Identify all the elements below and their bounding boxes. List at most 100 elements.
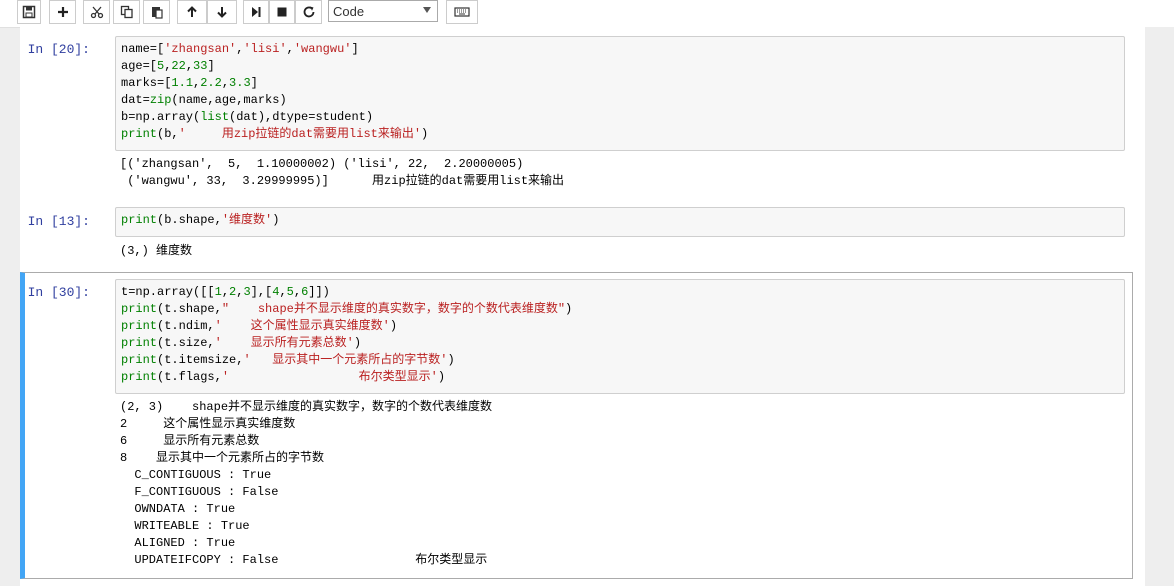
code-token: ' 显示其中一个元素所占的字节数' bbox=[243, 353, 448, 367]
code-line: print(t.ndim,' 这个属性显示真实维度数') bbox=[121, 318, 1119, 335]
code-line: print(t.shape," shape并不显示维度的真实数字，数字的个数代表… bbox=[121, 301, 1119, 318]
cell-output: (2, 3) shape并不显示维度的真实数字，数字的个数代表维度数 2 这个属性… bbox=[120, 399, 492, 569]
code-token: zip bbox=[149, 93, 172, 107]
code-token: print bbox=[121, 353, 158, 367]
save-icon bbox=[22, 5, 36, 19]
code-token: (name,age,marks) bbox=[171, 93, 287, 107]
code-token: b=np.array( bbox=[121, 110, 201, 124]
code-token: (t.size, bbox=[157, 336, 215, 350]
restart-button[interactable] bbox=[295, 0, 322, 24]
code-token: print bbox=[121, 127, 158, 141]
code-token: ) bbox=[272, 213, 280, 227]
code-token: ) bbox=[353, 336, 362, 350]
output-line: [('zhangsan', 5, 1.10000002) ('lisi', 22… bbox=[120, 157, 524, 171]
code-token: ) bbox=[565, 302, 573, 316]
input-prompt: In [20]: bbox=[27, 42, 90, 57]
code-input[interactable]: print(b.shape,'维度数') bbox=[115, 207, 1125, 237]
code-token: name=[ bbox=[121, 42, 165, 56]
code-line: marks=[1.1,2.2,3.3] bbox=[121, 75, 1119, 92]
insert-cell-button[interactable] bbox=[49, 0, 76, 24]
code-token: 5 bbox=[286, 285, 294, 299]
cell-type-select[interactable]: Code bbox=[328, 0, 438, 22]
code-line: print(b,' 用zip拉链的dat需要用list来输出') bbox=[121, 126, 1119, 143]
code-token: ) bbox=[421, 127, 429, 141]
refresh-icon bbox=[303, 6, 314, 18]
code-token: ] bbox=[250, 76, 258, 90]
output-line: ('wangwu', 33, 3.29999995)] 用zip拉链的dat需要… bbox=[120, 174, 565, 188]
input-prompt: In [30]: bbox=[27, 285, 90, 300]
chevron-down-icon bbox=[423, 7, 431, 13]
move-down-button[interactable] bbox=[207, 0, 237, 24]
code-token: age=[ bbox=[121, 59, 158, 73]
code-cell-selected[interactable]: In [30]: t=np.array([[1,2,3],[4,5,6]]) pr… bbox=[20, 272, 1133, 579]
code-token: print bbox=[121, 213, 158, 227]
code-token: 3 bbox=[243, 285, 251, 299]
code-token: (dat),dtype=student) bbox=[229, 110, 374, 124]
code-token: 1 bbox=[214, 285, 222, 299]
notebook-container: In [20]: name=['zhangsan','lisi','wangwu… bbox=[20, 27, 1145, 586]
move-up-button[interactable] bbox=[177, 0, 207, 24]
code-token: (t.flags, bbox=[157, 370, 222, 384]
code-token: 33 bbox=[193, 59, 208, 73]
output-line: 8 显示其中一个元素所占的字节数 bbox=[120, 451, 325, 465]
code-token: 'zhangsan' bbox=[164, 42, 237, 56]
code-token: , bbox=[279, 285, 287, 299]
code-token: 22 bbox=[171, 59, 186, 73]
arrow-down-icon bbox=[217, 7, 227, 18]
code-token: dat= bbox=[121, 93, 150, 107]
code-line: dat=zip(name,age,marks) bbox=[121, 92, 1119, 109]
paste-button[interactable] bbox=[143, 0, 170, 24]
code-token: 3.3 bbox=[229, 76, 251, 90]
code-cell[interactable]: In [20]: name=['zhangsan','lisi','wangwu… bbox=[20, 33, 1133, 193]
cell-output: [('zhangsan', 5, 1.10000002) ('lisi', 22… bbox=[120, 156, 564, 190]
code-line: age=[5,22,33] bbox=[121, 58, 1119, 75]
output-line: WRITEABLE : True bbox=[120, 519, 250, 533]
command-palette-button[interactable] bbox=[446, 0, 478, 24]
code-token: marks=[ bbox=[121, 76, 172, 90]
copy-icon bbox=[120, 5, 133, 19]
page-gutter bbox=[1145, 27, 1174, 586]
stop-icon bbox=[277, 7, 287, 17]
code-token: (t.shape, bbox=[157, 302, 222, 316]
code-line: name=['zhangsan','lisi','wangwu'] bbox=[121, 41, 1119, 58]
code-token: (t.ndim, bbox=[157, 319, 215, 333]
keyboard-icon bbox=[454, 7, 470, 17]
code-token: '维度数' bbox=[221, 213, 273, 227]
output-line: (3,) 维度数 bbox=[120, 244, 193, 258]
code-token: (b.shape, bbox=[157, 213, 222, 227]
input-prompt: In [13]: bbox=[27, 214, 90, 229]
interrupt-button[interactable] bbox=[269, 0, 295, 24]
scissors-icon bbox=[90, 6, 103, 19]
code-token: ' 用zip拉链的dat需要用list来输出' bbox=[178, 127, 422, 141]
code-token: print bbox=[121, 302, 158, 316]
code-token: 'lisi' bbox=[243, 42, 287, 56]
save-button[interactable] bbox=[17, 0, 41, 24]
output-line: 2 这个属性显示真实维度数 bbox=[120, 417, 296, 431]
code-input[interactable]: t=np.array([[1,2,3],[4,5,6]]) print(t.sha… bbox=[115, 279, 1125, 394]
code-token: print bbox=[121, 336, 158, 350]
copy-button[interactable] bbox=[113, 0, 140, 24]
code-line: print(b.shape,'维度数') bbox=[121, 212, 1119, 229]
code-token: t=np.array([[ bbox=[121, 285, 215, 299]
code-token: print bbox=[121, 370, 158, 384]
code-line: b=np.array(list(dat),dtype=student) bbox=[121, 109, 1119, 126]
code-token: ] bbox=[351, 42, 359, 56]
code-input[interactable]: name=['zhangsan','lisi','wangwu'] age=[5,… bbox=[115, 36, 1125, 151]
cut-button[interactable] bbox=[83, 0, 110, 24]
output-line: UPDATEIFCOPY : False 布尔类型显示 bbox=[120, 553, 488, 567]
code-token: , bbox=[293, 285, 302, 299]
run-button[interactable] bbox=[243, 0, 269, 24]
code-token: 1.1 bbox=[171, 76, 194, 90]
code-token: 2.2 bbox=[200, 76, 222, 90]
code-cell[interactable]: In [13]: print(b.shape,'维度数') (3,) 维度数 bbox=[20, 202, 1133, 262]
code-token: , bbox=[221, 285, 230, 299]
code-token: " shape并不显示维度的真实数字，数字的个数代表维度数" bbox=[221, 302, 566, 316]
code-token: ] bbox=[207, 59, 215, 73]
notebook-toolbar: Code bbox=[0, 0, 1174, 28]
output-line: 6 显示所有元素总数 bbox=[120, 434, 260, 448]
arrow-up-icon bbox=[187, 6, 197, 17]
cell-type-value: Code bbox=[333, 3, 365, 19]
code-token: ' 显示所有元素总数' bbox=[214, 336, 354, 350]
output-line: OWNDATA : True bbox=[120, 502, 236, 516]
code-token: ]]) bbox=[308, 285, 330, 299]
